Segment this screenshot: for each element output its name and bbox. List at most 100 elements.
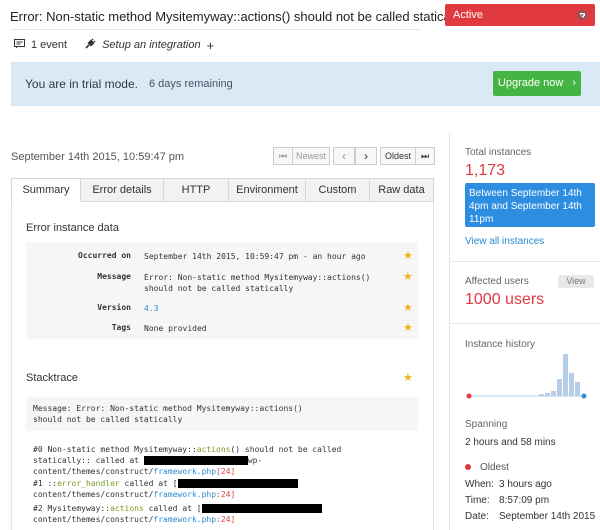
row-value: None provided bbox=[144, 324, 207, 333]
stacktrace-heading: Stacktrace bbox=[26, 372, 78, 384]
tab-http[interactable]: HTTP bbox=[164, 178, 229, 202]
time-value: 8:57:09 pm bbox=[499, 495, 550, 506]
stacktrace-message: Message: Error: Non-static method Mysite… bbox=[33, 404, 303, 424]
total-instances-label: Total instances bbox=[465, 147, 532, 158]
frame-line: [24] bbox=[216, 467, 236, 476]
star-icon[interactable]: ★ bbox=[403, 272, 413, 283]
row-key: Tags bbox=[111, 323, 131, 332]
frame-function: actions bbox=[196, 445, 231, 454]
star-icon[interactable]: ★ bbox=[403, 251, 413, 262]
trial-remaining: 6 days remaining bbox=[149, 78, 233, 90]
stack-frame: #1 ::error_handler called at [content/th… bbox=[33, 478, 393, 500]
sparkline-start-dot bbox=[466, 393, 472, 399]
frame-prefix: #1 :: bbox=[33, 479, 58, 488]
frame-line: :24] bbox=[216, 515, 236, 524]
date-label: Date: bbox=[465, 511, 489, 522]
when-value: 3 hours ago bbox=[499, 479, 552, 490]
row-key: Version bbox=[97, 303, 131, 312]
frame-file[interactable]: framework.php bbox=[153, 467, 216, 476]
history-bar bbox=[575, 382, 580, 396]
tab-environment[interactable]: Environment bbox=[229, 178, 306, 202]
last-page-button[interactable]: ⏭ bbox=[415, 147, 435, 165]
affected-users-value: 1000 users bbox=[465, 291, 545, 308]
frame-text: called at [ bbox=[119, 479, 178, 488]
history-bar bbox=[539, 394, 544, 396]
instance-history-sparkline bbox=[465, 350, 595, 402]
star-icon[interactable]: ★ bbox=[403, 303, 413, 314]
frame-path: content/themes/construct/ bbox=[33, 490, 154, 499]
redacted-path bbox=[143, 456, 248, 465]
oldest-label: Oldest bbox=[480, 462, 509, 473]
oldest-heading: Oldest bbox=[465, 462, 509, 473]
row-key: Occurred on bbox=[78, 251, 131, 260]
error-title: Error: Non-static method Mysitemyway::ac… bbox=[10, 9, 464, 24]
tab-raw-data[interactable]: Raw data bbox=[370, 178, 434, 202]
error-instance-table: Occurred on September 14th 2015, 10:59:4… bbox=[26, 242, 418, 339]
redacted-path bbox=[177, 479, 298, 488]
tab-custom[interactable]: Custom bbox=[306, 178, 370, 202]
history-bar bbox=[569, 373, 574, 396]
frame-file[interactable]: framework.php bbox=[153, 490, 216, 499]
prev-button[interactable]: ‹ bbox=[333, 147, 355, 165]
newest-label: Newest bbox=[295, 151, 326, 161]
frame-file[interactable]: framework.php bbox=[153, 515, 216, 524]
frame-function: error_handler bbox=[57, 479, 120, 488]
trial-message: You are in trial mode. bbox=[25, 77, 138, 91]
instance-history-label: Instance history bbox=[465, 339, 536, 350]
date-value: September 14th 2015 bbox=[499, 511, 596, 522]
view-users-button[interactable]: View bbox=[558, 275, 594, 288]
last-icon: ⏭ bbox=[420, 151, 430, 161]
oldest-when: When: 3 hours ago bbox=[465, 479, 552, 490]
first-icon: ⏮ bbox=[278, 151, 288, 161]
plus-icon[interactable]: + bbox=[207, 38, 215, 53]
setup-integration-link[interactable]: Setup an integration bbox=[102, 39, 200, 51]
status-select[interactable]: Active bbox=[445, 4, 595, 26]
stack-frame: #2 Mysitemyway::actions called at [conte… bbox=[33, 503, 393, 525]
when-label: When: bbox=[465, 479, 494, 490]
history-bar bbox=[545, 393, 550, 396]
row-value: Error: Non-static method Mysitemyway::ac… bbox=[144, 273, 371, 293]
tab-error-details[interactable]: Error details bbox=[81, 178, 164, 202]
prev-icon: ‹ bbox=[342, 149, 346, 163]
frame-function: actions bbox=[110, 504, 144, 513]
instance-date: September 14th 2015, 10:59:47 pm bbox=[11, 151, 185, 163]
row-key: Message bbox=[97, 272, 131, 281]
frame-prefix: #2 Mysitemyway:: bbox=[33, 504, 111, 513]
history-bar bbox=[557, 379, 562, 396]
sparkline-end-dot bbox=[581, 393, 587, 399]
oldest-dot-icon bbox=[465, 464, 471, 471]
first-page-button[interactable]: ⏮ bbox=[273, 147, 293, 165]
gear-icon[interactable]: ⚙ bbox=[576, 8, 589, 22]
star-icon[interactable]: ★ bbox=[403, 371, 413, 384]
next-button[interactable]: › bbox=[355, 147, 377, 165]
newest-button[interactable]: Newest bbox=[292, 147, 330, 165]
upgrade-label: Upgrade now bbox=[497, 77, 564, 89]
stack-frame: #0 Non-static method Mysitemyway::action… bbox=[33, 444, 393, 477]
stacktrace-message-box: Message: Error: Non-static method Mysite… bbox=[26, 397, 418, 431]
plug-icon bbox=[85, 38, 96, 52]
error-instance-heading: Error instance data bbox=[26, 222, 119, 234]
oldest-date: Date: September 14th 2015 bbox=[465, 511, 595, 522]
header-divider bbox=[10, 29, 420, 30]
row-value: September 14th 2015, 10:59:47 pm - an ho… bbox=[144, 252, 366, 261]
frame-prefix: #0 Non-static method Mysitemyway:: bbox=[33, 445, 197, 454]
spanning-value: 2 hours and 58 mins bbox=[465, 437, 556, 448]
tab-bar: Summary Error details HTTP Environment C… bbox=[11, 178, 434, 202]
sidebar-separator bbox=[450, 323, 600, 324]
next-icon: › bbox=[364, 149, 368, 163]
event-count[interactable]: 1 event bbox=[31, 39, 67, 51]
version-link[interactable]: 4.3 bbox=[144, 303, 384, 314]
star-icon[interactable]: ★ bbox=[403, 323, 413, 334]
time-label: Time: bbox=[465, 495, 490, 506]
frame-line: :24] bbox=[216, 490, 236, 499]
spanning-label: Spanning bbox=[465, 419, 508, 430]
history-bar bbox=[551, 391, 556, 396]
status-label: Active bbox=[453, 9, 483, 21]
tab-summary[interactable]: Summary bbox=[11, 178, 81, 202]
sidebar-divider bbox=[449, 133, 450, 530]
upgrade-button[interactable]: Upgrade now › bbox=[493, 71, 581, 96]
sidebar-separator bbox=[450, 261, 600, 262]
oldest-button[interactable]: Oldest bbox=[380, 147, 416, 165]
view-all-instances-link[interactable]: View all instances bbox=[465, 236, 544, 247]
history-bar bbox=[563, 354, 568, 396]
